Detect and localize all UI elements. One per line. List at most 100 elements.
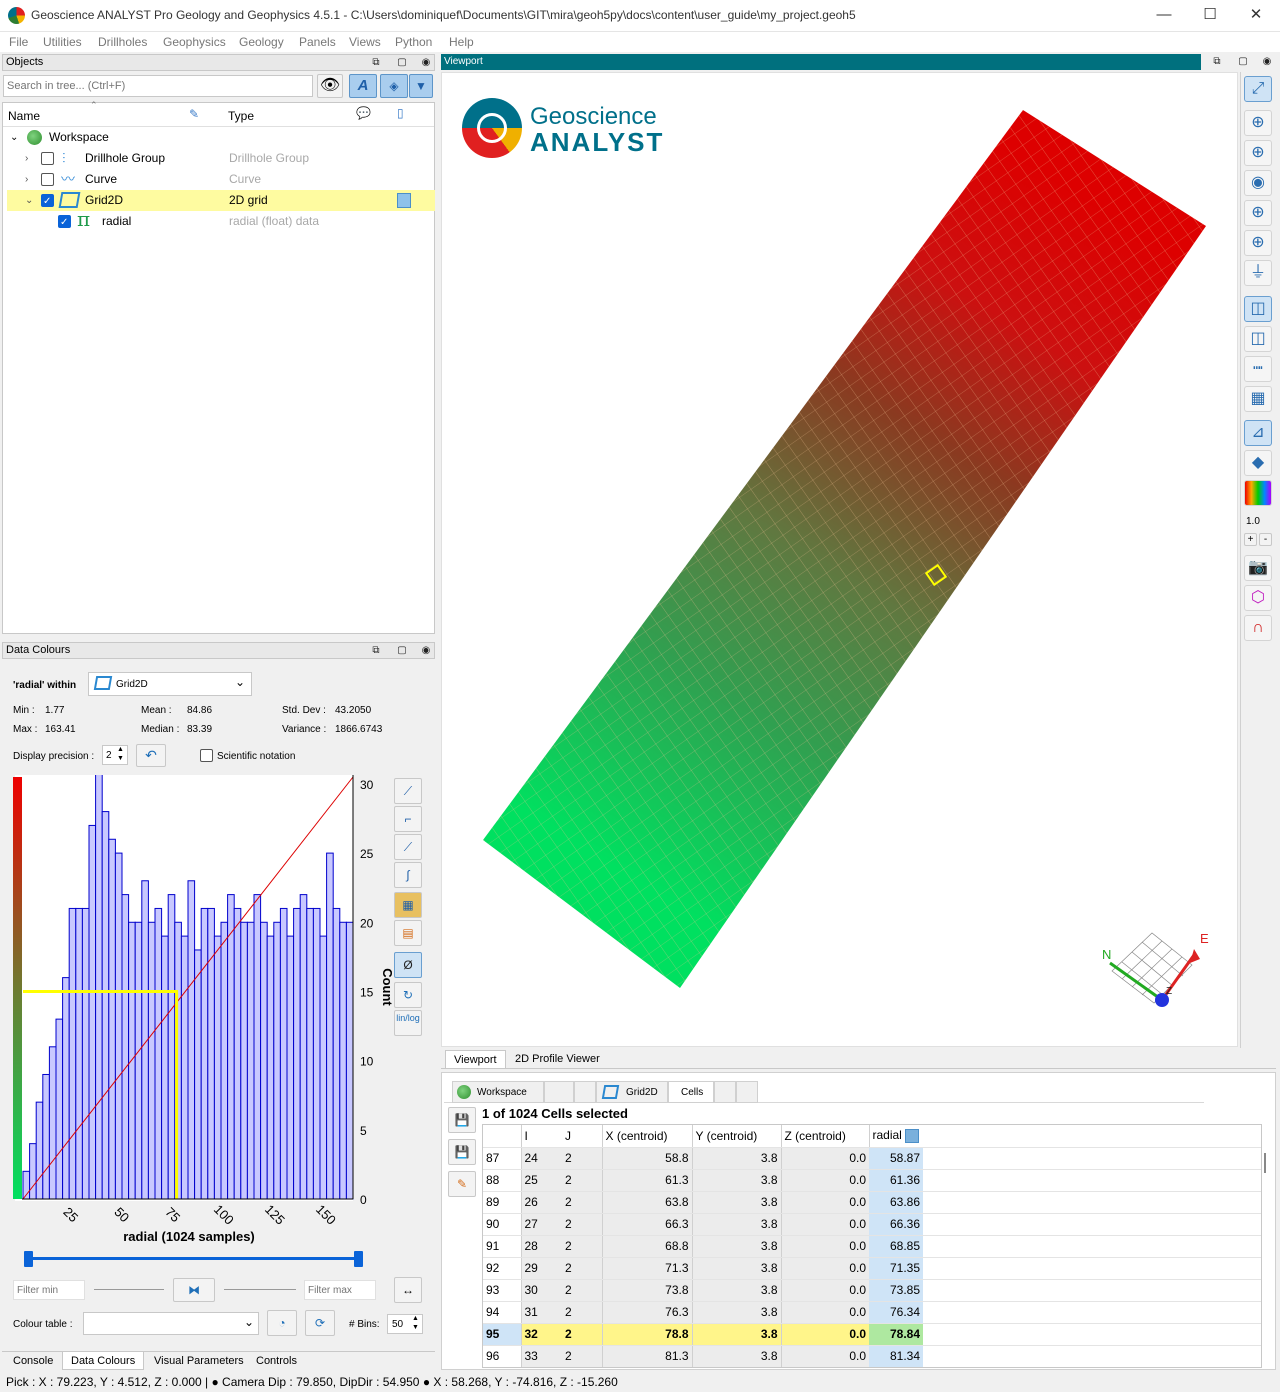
view-top-icon[interactable]: ◉: [1244, 170, 1272, 196]
camera-icon[interactable]: 📷: [1244, 555, 1272, 581]
table-cell[interactable]: 31: [521, 1301, 562, 1324]
table-cell[interactable]: 0.0: [780, 1257, 869, 1280]
maximize-panel-icon[interactable]: ▢: [395, 56, 409, 69]
table-cell[interactable]: 3.8: [691, 1169, 781, 1192]
table-cell[interactable]: 2: [562, 1301, 602, 1324]
table-cell[interactable]: 2: [562, 1213, 602, 1236]
float-icon[interactable]: ⧉: [1210, 55, 1224, 68]
scientific-notation-checkbox[interactable]: [200, 749, 213, 762]
menu-help[interactable]: Help: [449, 35, 474, 49]
table-cell[interactable]: 93: [483, 1279, 522, 1302]
zoom-in-button[interactable]: +: [1244, 533, 1257, 546]
table-cell[interactable]: 3.8: [691, 1301, 781, 1324]
grid2d-surface[interactable]: N E Z: [442, 73, 1238, 1047]
table-cell[interactable]: 73.85: [869, 1279, 923, 1302]
equalize-stretch-icon[interactable]: ⟋: [394, 834, 422, 860]
tree-row-grid2d[interactable]: ⌄ Grid2D 2D grid: [7, 190, 435, 212]
colour-picker-icon[interactable]: ◔: [267, 1310, 297, 1336]
log-stretch-icon[interactable]: ⌐: [394, 806, 422, 832]
table-cell[interactable]: 0.0: [780, 1235, 869, 1258]
table-cell[interactable]: 88: [483, 1169, 522, 1192]
table-cell[interactable]: 2: [562, 1169, 602, 1192]
table-header-radial[interactable]: radial: [868, 1125, 923, 1148]
table-row[interactable]: 96 33 2 81.3 3.8 0.0 81.34: [483, 1345, 1261, 1367]
table-cell[interactable]: 28: [521, 1235, 562, 1258]
minimize-button[interactable]: —: [1141, 0, 1187, 32]
table-cell[interactable]: 76.3: [601, 1301, 692, 1324]
collapse-chevron-icon[interactable]: ⌄: [25, 190, 33, 211]
tab-console[interactable]: Console: [5, 1352, 61, 1370]
table-cell[interactable]: 71.3: [601, 1257, 692, 1280]
table-cell[interactable]: 78.84: [869, 1323, 923, 1346]
ruler-icon[interactable]: ┉: [1244, 356, 1272, 382]
table-cell[interactable]: 3.8: [691, 1213, 781, 1236]
tab-viewport[interactable]: Viewport: [445, 1050, 506, 1068]
view-east-icon[interactable]: ⊕: [1244, 200, 1272, 226]
bins-spinbox[interactable]: 50 ▲ ▼: [387, 1314, 423, 1334]
normal-stretch-icon[interactable]: ∫: [394, 862, 422, 888]
table-cell[interactable]: 63.86: [869, 1191, 923, 1214]
grid2d-checkbox[interactable]: [41, 191, 54, 212]
table-cell[interactable]: 0.0: [780, 1301, 869, 1324]
col-name-header[interactable]: Name: [8, 109, 40, 123]
radial-checkbox[interactable]: [58, 212, 71, 233]
image-colour-icon[interactable]: ▦: [394, 892, 422, 918]
menu-geophysics[interactable]: Geophysics: [163, 35, 226, 49]
curve-checkbox[interactable]: [41, 173, 54, 186]
range-slider-min-handle[interactable]: [24, 1251, 33, 1267]
table-cell[interactable]: 71.35: [869, 1257, 923, 1280]
table-cell[interactable]: 24: [521, 1147, 562, 1170]
lin-log-toggle[interactable]: lin/log: [394, 1010, 422, 1036]
table-cell[interactable]: 3.8: [691, 1235, 781, 1258]
table-scrollbar[interactable]: [1264, 1153, 1266, 1173]
table-header[interactable]: I: [521, 1125, 562, 1148]
table-cell[interactable]: 68.8: [601, 1235, 692, 1258]
table-cell[interactable]: 90: [483, 1213, 522, 1236]
table-cell[interactable]: 0.0: [780, 1345, 869, 1367]
magnet-icon[interactable]: ∩: [1244, 615, 1272, 641]
tab-2d-profile-viewer[interactable]: 2D Profile Viewer: [507, 1050, 608, 1068]
float-icon[interactable]: ⧉: [369, 644, 383, 657]
expand-range-icon[interactable]: ↔: [394, 1277, 422, 1303]
hide-panel-icon[interactable]: ◉: [1260, 55, 1274, 68]
table-cell[interactable]: 3.8: [691, 1147, 781, 1170]
table-cell[interactable]: 27: [521, 1213, 562, 1236]
table-cell[interactable]: 66.36: [869, 1213, 923, 1236]
axes-icon[interactable]: ⊿: [1244, 420, 1272, 446]
table-cell[interactable]: 2: [562, 1257, 602, 1280]
histogram-chart[interactable]: 25 50 75 100 125 150 0 5 10 15 20 25 30 radial (102…: [11, 775, 396, 1245]
table-cell[interactable]: 26: [521, 1191, 562, 1214]
tab-grid2d[interactable]: Grid2D: [596, 1081, 668, 1103]
view-north-icon[interactable]: ⊕: [1244, 110, 1272, 136]
tab-data-colours[interactable]: Data Colours: [62, 1352, 145, 1370]
table-cell[interactable]: 0.0: [780, 1213, 869, 1236]
table-cell[interactable]: 81.3: [601, 1345, 692, 1367]
hide-panel-icon[interactable]: ◉: [419, 644, 433, 657]
spin-down-icon[interactable]: ▼: [412, 1324, 419, 1331]
table-row[interactable]: 90 27 2 66.3 3.8 0.0 66.36: [483, 1213, 1261, 1236]
table-cell[interactable]: 92: [483, 1257, 522, 1280]
filter-min-input[interactable]: [13, 1280, 85, 1300]
table-row[interactable]: 89 26 2 63.8 3.8 0.0 63.86: [483, 1191, 1261, 1214]
table-cell[interactable]: 87: [483, 1147, 522, 1170]
view-south-icon[interactable]: ⊕: [1244, 140, 1272, 166]
table-cell[interactable]: 61.3: [601, 1169, 692, 1192]
expand-chevron-icon[interactable]: ›: [25, 148, 28, 169]
table-cell[interactable]: 0.0: [780, 1279, 869, 1302]
cube-icon[interactable]: ⬡: [1244, 585, 1272, 611]
menu-utilities[interactable]: Utilities: [43, 35, 82, 49]
table-cell[interactable]: 3.8: [691, 1345, 781, 1367]
table-cell[interactable]: 2: [562, 1323, 602, 1346]
table-header[interactable]: X (centroid): [601, 1125, 692, 1148]
text-filter-icon[interactable]: A: [349, 74, 377, 98]
paint-bucket-icon[interactable]: ◆: [1244, 450, 1272, 476]
tab-controls[interactable]: Controls: [248, 1352, 305, 1370]
table-row[interactable]: 94 31 2 76.3 3.8 0.0 76.34: [483, 1301, 1261, 1324]
colour-map-icon[interactable]: ▤: [394, 920, 422, 946]
tab-workspace[interactable]: Workspace: [452, 1081, 544, 1103]
table-cell[interactable]: 81.34: [869, 1345, 923, 1367]
save-table-icon[interactable]: 💾: [448, 1139, 476, 1165]
table-cell[interactable]: 63.8: [601, 1191, 692, 1214]
document-icon[interactable]: [397, 193, 411, 208]
table-cell[interactable]: 2: [562, 1147, 602, 1170]
